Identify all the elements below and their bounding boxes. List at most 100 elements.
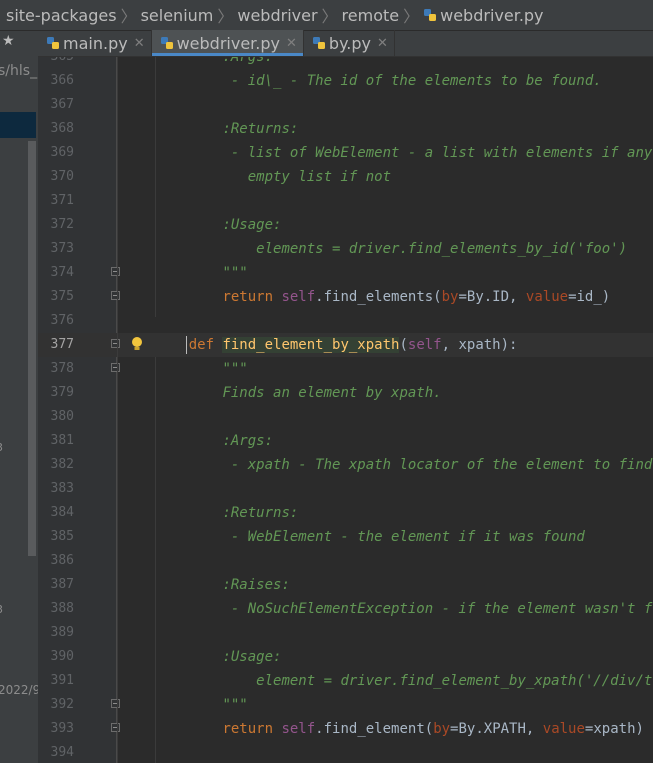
line-number[interactable]: 369: [38, 141, 74, 165]
code-text[interactable]: """: [155, 693, 247, 717]
code-line[interactable]: 379 Finds an element by xpath.: [38, 381, 653, 405]
code-line[interactable]: 371: [38, 189, 653, 213]
code-text[interactable]: return self.find_element(by=By.XPATH, va…: [155, 717, 644, 741]
breadcrumb-item-selenium[interactable]: selenium: [141, 6, 214, 25]
code-line[interactable]: 374 """: [38, 261, 653, 285]
code-text[interactable]: :Usage:: [155, 213, 281, 237]
code-editor[interactable]: 365 :Args:366 - id\_ - The id of the ele…: [38, 57, 653, 763]
line-number[interactable]: 394: [38, 741, 74, 763]
code-line[interactable]: 392 """: [38, 693, 653, 717]
code-text[interactable]: return self.find_elements(by=By.ID, valu…: [155, 285, 610, 309]
close-icon[interactable]: ✕: [377, 36, 388, 51]
line-number[interactable]: 366: [38, 69, 74, 93]
code-line[interactable]: 388 - NoSuchElementException - if the el…: [38, 597, 653, 621]
code-text[interactable]: - id\_ - The id of the elements to be fo…: [155, 69, 602, 93]
code-line[interactable]: 391 element = driver.find_element_by_xpa…: [38, 669, 653, 693]
line-number[interactable]: 382: [38, 453, 74, 477]
code-line[interactable]: 373 elements = driver.find_elements_by_i…: [38, 237, 653, 261]
code-text[interactable]: :Returns:: [155, 501, 298, 525]
code-text[interactable]: :Args:: [155, 429, 273, 453]
line-number[interactable]: 373: [38, 237, 74, 261]
line-number[interactable]: 374: [38, 261, 74, 285]
line-number[interactable]: 392: [38, 693, 74, 717]
line-number[interactable]: 390: [38, 645, 74, 669]
code-text[interactable]: elements = driver.find_elements_by_id('f…: [155, 237, 627, 261]
fold-marker-icon[interactable]: [111, 267, 120, 276]
tab-webdriver-py[interactable]: webdriver.py ✕: [151, 30, 304, 56]
line-number[interactable]: 376: [38, 309, 74, 333]
code-text[interactable]: - WebElement - the element if it was fou…: [155, 525, 585, 549]
line-number[interactable]: 380: [38, 405, 74, 429]
code-line[interactable]: 386: [38, 549, 653, 573]
code-line[interactable]: 366 - id\_ - The id of the elements to b…: [38, 69, 653, 93]
line-number[interactable]: 391: [38, 669, 74, 693]
project-panel-strip[interactable]: ★ s/hls_ 3 3 2022/9/: [0, 31, 38, 763]
code-text[interactable]: - list of WebElement - a list with eleme…: [155, 141, 653, 165]
code-line[interactable]: 365 :Args:: [38, 57, 653, 69]
code-text[interactable]: """: [155, 357, 247, 381]
fold-marker-icon[interactable]: [111, 291, 120, 300]
line-number[interactable]: 371: [38, 189, 74, 213]
code-line[interactable]: 387 :Raises:: [38, 573, 653, 597]
code-line[interactable]: 376: [38, 309, 653, 333]
code-text[interactable]: :Raises:: [155, 573, 289, 597]
close-icon[interactable]: ✕: [134, 36, 145, 51]
line-number[interactable]: 379: [38, 381, 74, 405]
code-text[interactable]: :Usage:: [155, 645, 281, 669]
line-number[interactable]: 384: [38, 501, 74, 525]
code-text[interactable]: :Args:: [155, 57, 273, 69]
line-number[interactable]: 386: [38, 549, 74, 573]
line-number[interactable]: 368: [38, 117, 74, 141]
code-text[interactable]: Finds an element by xpath.: [155, 381, 441, 405]
code-line[interactable]: 390 :Usage:: [38, 645, 653, 669]
fold-marker-icon[interactable]: [111, 339, 120, 348]
code-line[interactable]: 383: [38, 477, 653, 501]
fold-marker-icon[interactable]: [111, 723, 120, 732]
close-icon[interactable]: ✕: [286, 36, 297, 51]
code-line[interactable]: 384 :Returns:: [38, 501, 653, 525]
breadcrumb-item-webdriver[interactable]: webdriver: [237, 6, 317, 25]
line-number[interactable]: 365: [38, 57, 74, 69]
line-number[interactable]: 367: [38, 93, 74, 117]
code-line[interactable]: 389: [38, 621, 653, 645]
line-number[interactable]: 381: [38, 429, 74, 453]
code-line[interactable]: 394: [38, 741, 653, 763]
line-number[interactable]: 393: [38, 717, 74, 741]
fold-marker-icon[interactable]: [111, 699, 120, 708]
code-line[interactable]: 382 - xpath - The xpath locator of the e…: [38, 453, 653, 477]
code-text[interactable]: empty list if not: [155, 165, 391, 189]
code-text[interactable]: - NoSuchElementException - if the elemen…: [155, 597, 653, 621]
code-text[interactable]: element = driver.find_element_by_xpath('…: [155, 669, 653, 693]
code-line[interactable]: 368 :Returns:: [38, 117, 653, 141]
line-number[interactable]: 372: [38, 213, 74, 237]
line-number[interactable]: 389: [38, 621, 74, 645]
line-number[interactable]: 388: [38, 597, 74, 621]
project-tree-selection[interactable]: [0, 112, 36, 138]
code-text[interactable]: def find_element_by_xpath(self, xpath):: [155, 333, 517, 357]
code-line[interactable]: 375 return self.find_elements(by=By.ID, …: [38, 285, 653, 309]
code-text[interactable]: """: [155, 261, 247, 285]
code-line[interactable]: 372 :Usage:: [38, 213, 653, 237]
code-line[interactable]: 385 - WebElement - the element if it was…: [38, 525, 653, 549]
fold-marker-icon[interactable]: [111, 363, 120, 372]
code-line[interactable]: 381 :Args:: [38, 429, 653, 453]
tab-by-py[interactable]: by.py ✕: [304, 30, 395, 56]
line-number[interactable]: 385: [38, 525, 74, 549]
code-line[interactable]: 367: [38, 93, 653, 117]
code-line[interactable]: 393 return self.find_element(by=By.XPATH…: [38, 717, 653, 741]
breadcrumb-item-site-packages[interactable]: site-packages: [6, 6, 117, 25]
line-number[interactable]: 377: [38, 333, 74, 357]
code-line[interactable]: 377 def find_element_by_xpath(self, xpat…: [38, 333, 653, 357]
code-line[interactable]: 370 empty list if not: [38, 165, 653, 189]
breadcrumb-item-remote[interactable]: remote: [342, 6, 400, 25]
line-number[interactable]: 375: [38, 285, 74, 309]
line-number[interactable]: 378: [38, 357, 74, 381]
breadcrumb-item-file[interactable]: webdriver.py: [423, 6, 544, 25]
favorites-icon[interactable]: ★: [2, 33, 15, 49]
project-scrollbar[interactable]: [28, 141, 36, 556]
tab-main-py[interactable]: main.py ✕: [38, 30, 152, 56]
line-number[interactable]: 387: [38, 573, 74, 597]
code-text[interactable]: :Returns:: [155, 117, 298, 141]
code-text[interactable]: - xpath - The xpath locator of the eleme…: [155, 453, 653, 477]
code-line[interactable]: 369 - list of WebElement - a list with e…: [38, 141, 653, 165]
